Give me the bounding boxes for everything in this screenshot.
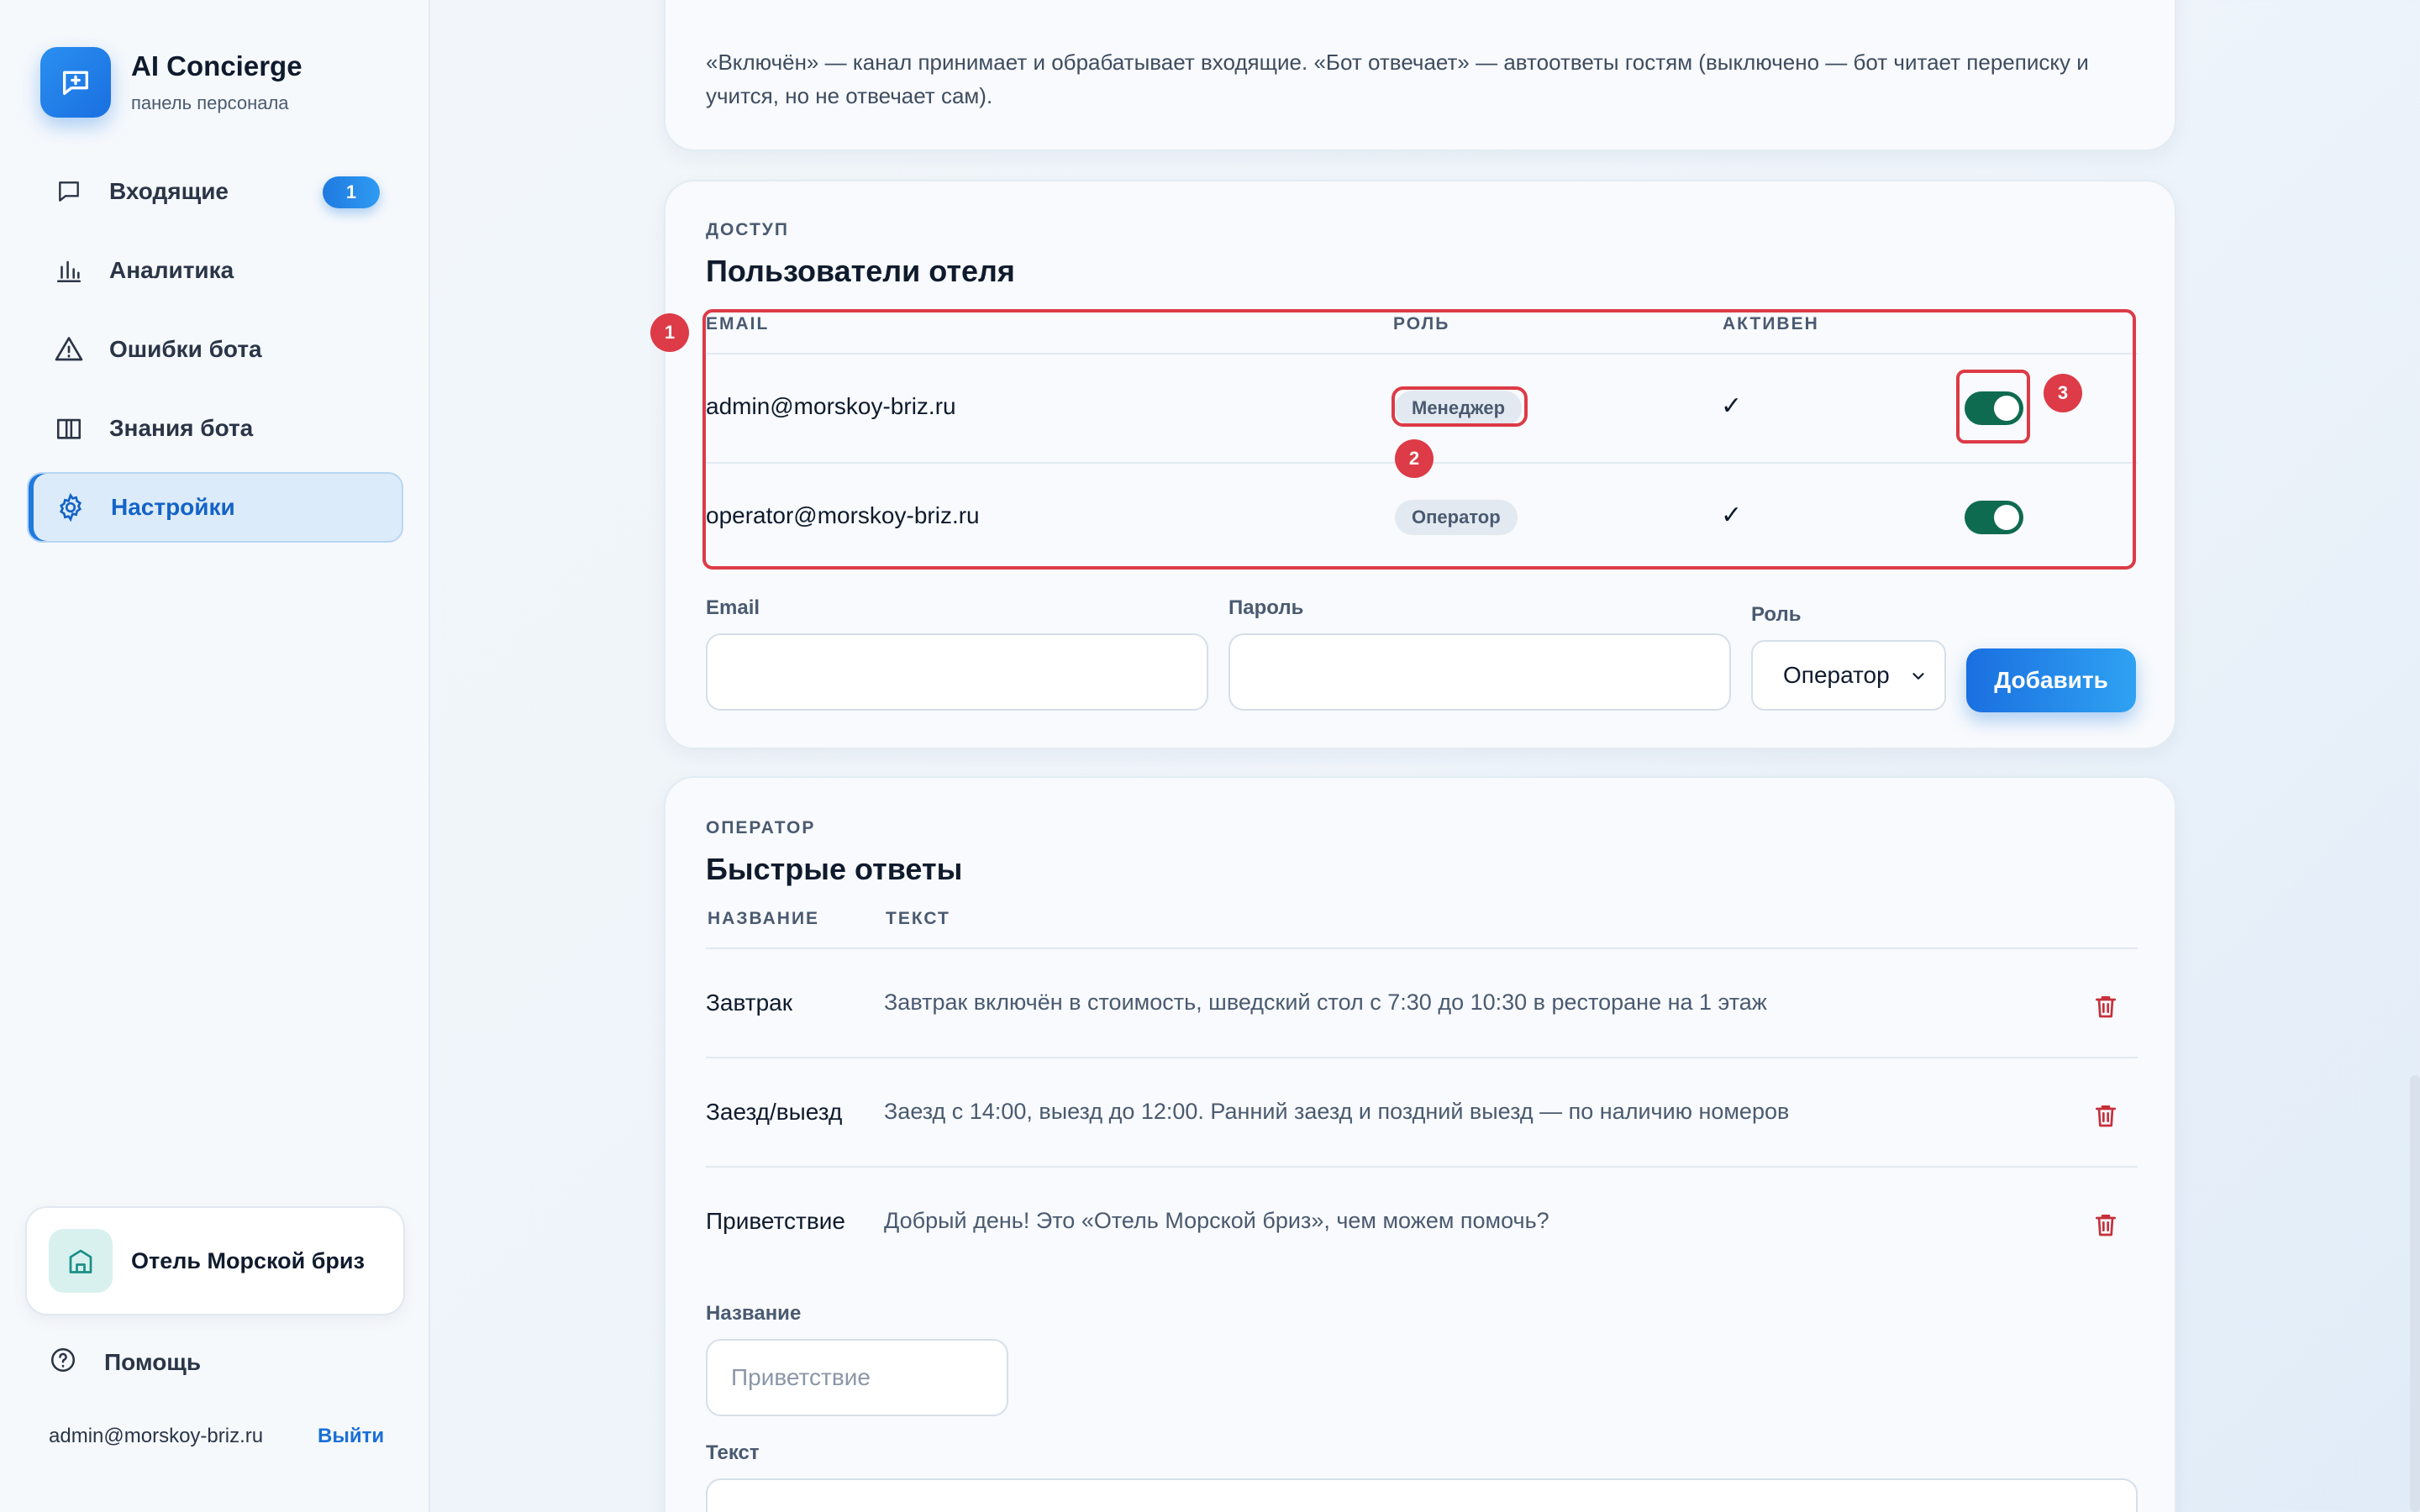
delete-quick-reply-button[interactable] (2091, 991, 2121, 1021)
users-title: Пользователи отеля (706, 254, 1015, 288)
table-divider (706, 1057, 2138, 1058)
help-label: Помощь (104, 1348, 202, 1375)
app-subtitle: панель персонала (131, 92, 289, 113)
quick-reply-text: Заезд с 14:00, выезд до 12:00. Ранний за… (884, 1099, 1790, 1124)
hotel-selector[interactable]: Отель Морской бриз (25, 1206, 405, 1315)
channels-card: «Включён» — канал принимает и обрабатыва… (664, 0, 2176, 151)
sidebar-item-label: Настройки (111, 494, 235, 520)
sidebar-item-inbox[interactable]: Входящие 1 (27, 156, 403, 227)
delete-quick-reply-button[interactable] (2091, 1210, 2121, 1240)
sidebar-item-bot-errors[interactable]: Ошибки бота (27, 314, 403, 385)
quick-reply-name: Заезд/выезд (706, 1099, 843, 1125)
role-select[interactable]: Оператор (1751, 640, 1946, 711)
role-select-value: Оператор (1783, 662, 1890, 688)
help-circle-icon (49, 1346, 77, 1378)
email-field[interactable] (706, 633, 1208, 711)
sidebar-item-label: Аналитика (109, 257, 234, 283)
users-eyebrow: ДОСТУП (706, 220, 789, 239)
quick-eyebrow: ОПЕРАТОР (706, 818, 816, 837)
sidebar-item-label: Знания бота (109, 415, 254, 441)
password-field[interactable] (1228, 633, 1731, 711)
quick-reply-text: Добрый день! Это «Отель Морской бриз», ч… (884, 1208, 1549, 1233)
annotation-marker: 3 (2044, 374, 2082, 412)
quick-title: Быстрые ответы (706, 852, 963, 886)
table-divider (706, 1166, 2138, 1168)
sidebar-item-bot-knowledge[interactable]: Знания бота (27, 393, 403, 464)
hotel-name: Отель Морской бриз (131, 1247, 365, 1273)
app-logo (40, 47, 111, 118)
email-label: Email (706, 596, 760, 619)
help-link[interactable]: Помощь (49, 1346, 201, 1378)
column-header-name: НАЗВАНИЕ (708, 909, 820, 928)
warning-icon (52, 333, 86, 366)
sidebar: AI Concierge панель персонала Входящие 1… (0, 0, 430, 1512)
password-label: Пароль (1228, 596, 1304, 619)
quick-name-label: Название (706, 1302, 802, 1325)
trash-icon (2096, 1105, 2116, 1127)
current-user-email: admin@morskoy-briz.ru (49, 1425, 264, 1447)
quick-text-label: Текст (706, 1441, 760, 1464)
annotation-marker: 2 (1395, 439, 1434, 478)
app-title: AI Concierge (131, 50, 302, 81)
bar-chart-icon (52, 254, 86, 287)
chat-icon (52, 175, 86, 208)
chevron-down-icon (1912, 673, 1924, 680)
channels-note: «Включён» — канал принимает и обрабатыва… (706, 50, 2089, 108)
annotation-box-toggle (1956, 370, 2030, 444)
quick-replies-card: ОПЕРАТОР Быстрые ответы НАЗВАНИЕ ТЕКСТ З… (664, 776, 2176, 1512)
quick-reply-name: Приветствие (706, 1208, 845, 1234)
logout-link[interactable]: Выйти (318, 1425, 384, 1448)
add-user-button[interactable]: Добавить (1966, 648, 2136, 712)
trash-icon (2096, 996, 2116, 1018)
sidebar-item-label: Ошибки бота (109, 336, 262, 362)
annotation-box-role-badge (1392, 386, 1528, 427)
building-icon (49, 1229, 113, 1293)
inbox-count-badge: 1 (323, 176, 380, 208)
table-divider (706, 948, 2138, 949)
column-header-text: ТЕКСТ (886, 909, 950, 928)
book-icon (52, 412, 86, 445)
annotation-marker: 1 (650, 313, 689, 352)
sidebar-item-settings[interactable]: Настройки (27, 472, 403, 543)
quick-reply-name: Завтрак (706, 990, 792, 1016)
quick-reply-text: Завтрак включён в стоимость, шведский ст… (884, 990, 1767, 1015)
quick-text-field[interactable] (706, 1478, 2138, 1512)
page-scrollbar[interactable] (2410, 1075, 2420, 1512)
sidebar-item-label: Входящие (109, 178, 229, 204)
quick-name-field[interactable] (706, 1339, 1008, 1416)
sidebar-item-analytics[interactable]: Аналитика (27, 235, 403, 306)
delete-quick-reply-button[interactable] (2091, 1100, 2121, 1131)
trash-icon (2096, 1215, 2116, 1236)
role-label: Роль (1751, 603, 1802, 626)
gear-icon (54, 491, 87, 524)
chat-plus-icon (63, 71, 89, 96)
